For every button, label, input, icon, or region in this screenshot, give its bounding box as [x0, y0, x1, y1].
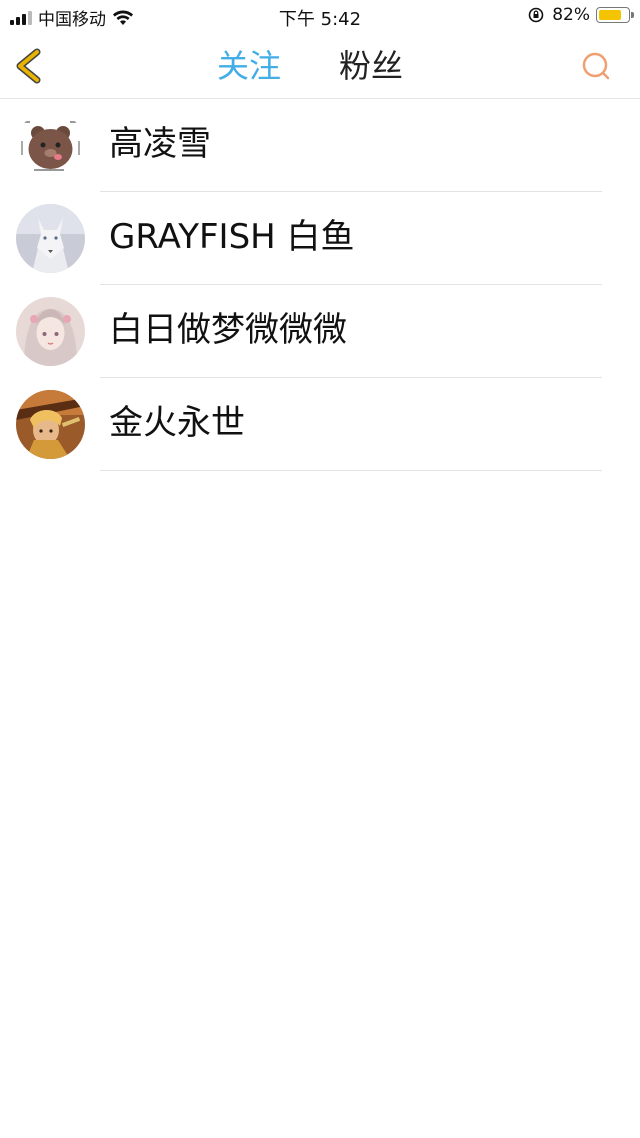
- user-name: GRAYFISH 白鱼: [109, 217, 355, 257]
- list-item[interactable]: 高凌雪: [0, 99, 640, 192]
- following-list: 高凌雪 GRAYFISH 白鱼 白日做梦微微微 金火永世: [0, 99, 640, 471]
- nav-bar: 关注 粉丝: [0, 34, 640, 99]
- orientation-lock-icon: [528, 7, 544, 23]
- list-item[interactable]: 金火永世: [0, 378, 640, 471]
- list-item[interactable]: GRAYFISH 白鱼: [0, 192, 640, 285]
- list-item[interactable]: 白日做梦微微微: [0, 285, 640, 378]
- chevron-left-icon[interactable]: [12, 48, 46, 84]
- user-name: 白日做梦微微微: [109, 310, 347, 350]
- status-bar: 中国移动 下午 5:42 82%: [0, 0, 640, 34]
- page: 中国移动 下午 5:42 82% 关注 粉丝 高凌雪 GRAYFISH 白鱼 白…: [0, 0, 640, 1138]
- battery-fill: [599, 10, 622, 20]
- bear-meme-avatar[interactable]: [16, 111, 85, 180]
- anime-girl-avatar[interactable]: [16, 297, 85, 366]
- user-name: 金火永世: [109, 403, 245, 443]
- tab-following[interactable]: 关注: [217, 46, 281, 86]
- white-wolf-avatar[interactable]: [16, 204, 85, 273]
- status-right: 82%: [528, 5, 634, 25]
- user-name: 高凌雪: [109, 124, 211, 164]
- battery-icon: [596, 7, 634, 23]
- battery-percent: 82%: [552, 5, 590, 25]
- warrior-avatar[interactable]: [16, 390, 85, 459]
- tab-fans[interactable]: 粉丝: [339, 46, 403, 86]
- divider: [100, 470, 602, 471]
- search-icon[interactable]: [580, 50, 612, 82]
